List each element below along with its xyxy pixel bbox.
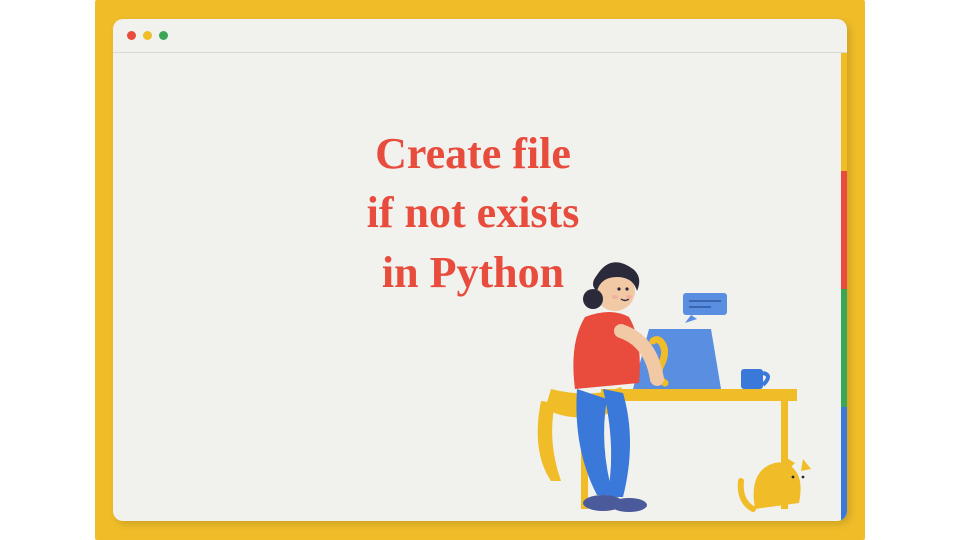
cat-icon (741, 457, 811, 509)
woman-at-desk-illustration (493, 221, 833, 521)
stripe-red (841, 171, 847, 289)
speech-bubble-icon (683, 293, 727, 323)
minimize-icon (143, 31, 152, 40)
browser-window: Create file if not exists in Python (113, 19, 847, 521)
close-icon (127, 31, 136, 40)
stripe-blue (841, 407, 847, 521)
title-line-1: Create file (375, 129, 571, 178)
stripe-green (841, 289, 847, 407)
mug-icon (741, 369, 768, 389)
stripe-yellow (841, 53, 847, 171)
maximize-icon (159, 31, 168, 40)
window-titlebar (113, 19, 847, 53)
